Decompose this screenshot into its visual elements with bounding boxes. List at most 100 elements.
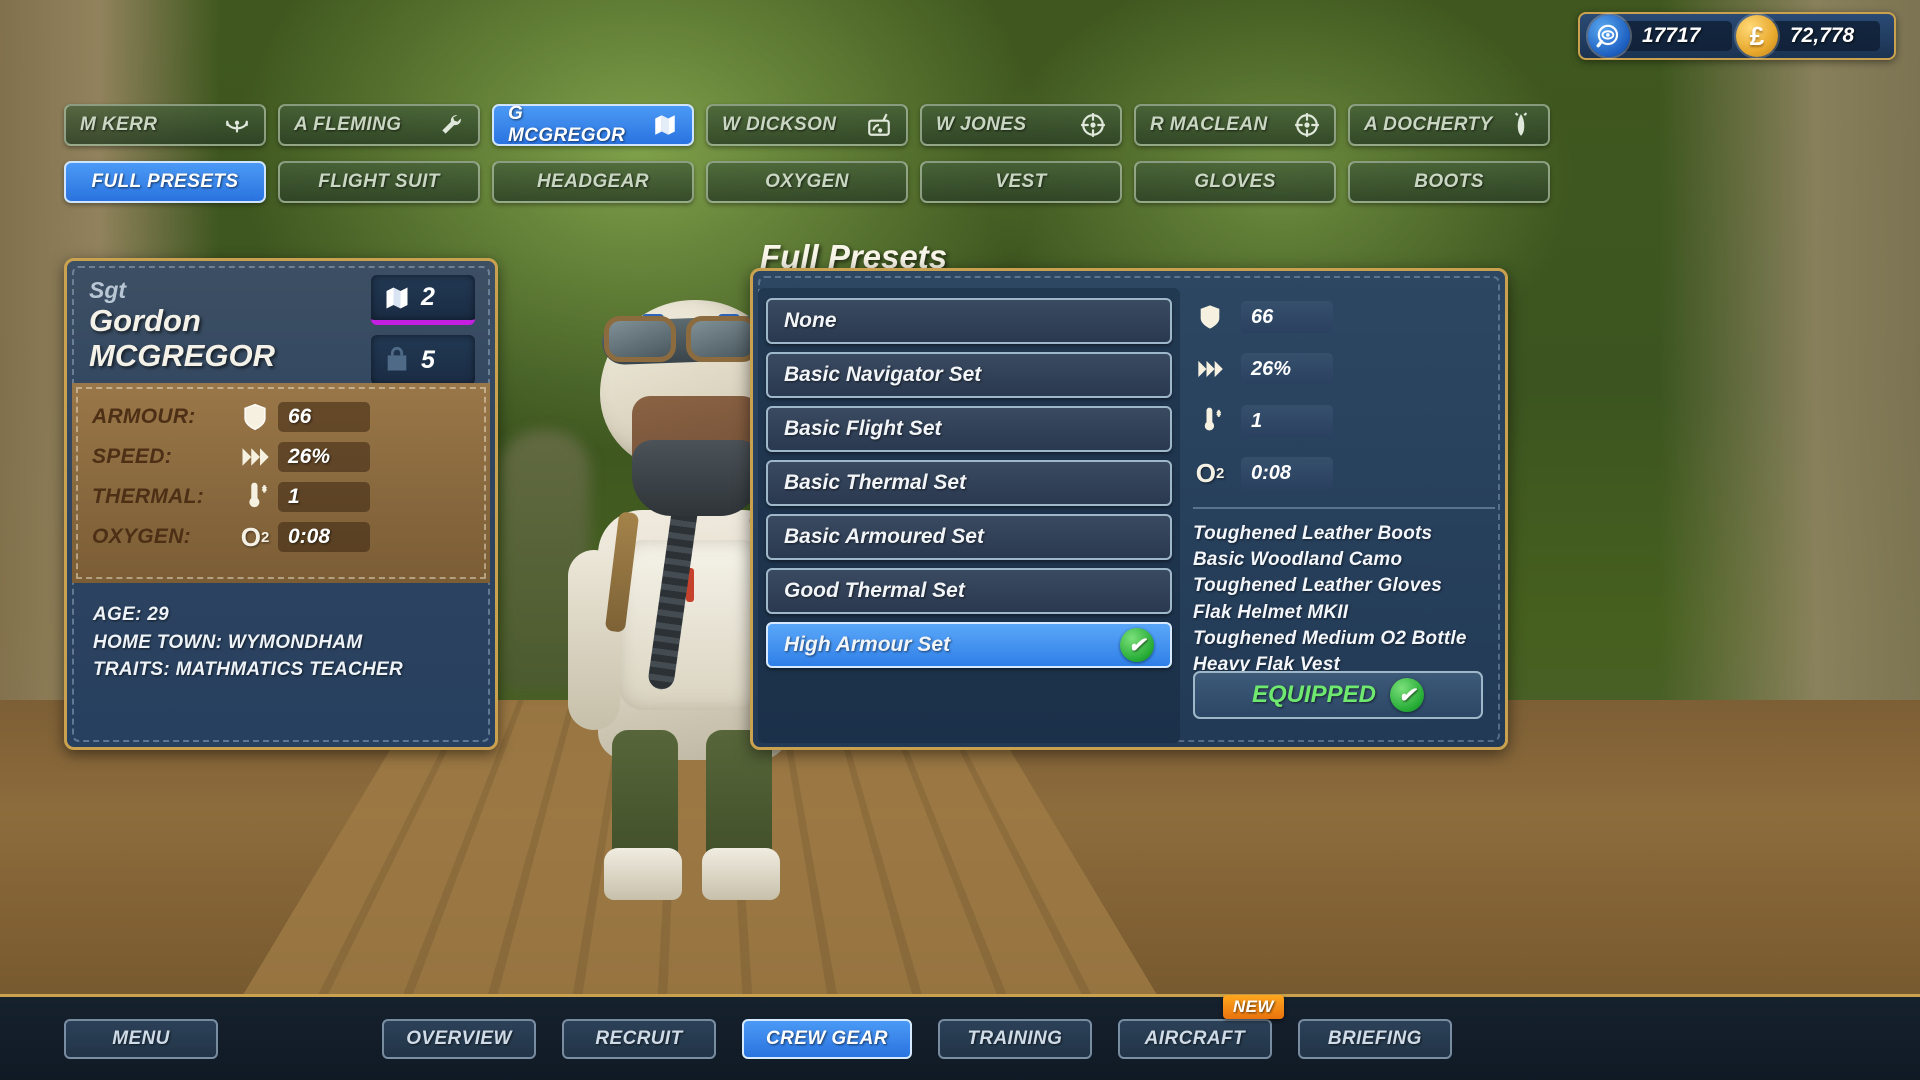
preset-label: Good Thermal Set [784,579,965,602]
nav-button-crew-gear[interactable]: CREW GEAR [742,1018,912,1059]
crew-rank: Sgt [89,277,127,303]
nav-button-aircraft[interactable]: AIRCRAFT NEW [1117,994,1284,1059]
shield-icon [1193,303,1227,331]
hangar-wall-right [1660,0,1920,800]
crew-first-name: Gordon [89,303,201,338]
character-goggle-right [686,316,758,362]
preset-item-basic-flight-set[interactable]: Basic Flight Set [766,406,1172,452]
character-boot-right [702,848,780,900]
crosshair-icon [1080,112,1106,138]
category-tab-headgear[interactable]: HEADGEAR [492,161,694,203]
preset-detail-column: 66 26% 1 O2 0:08 Toughened Leather Boots… [1193,291,1499,678]
preset-list[interactable]: None Basic Navigator Set Basic Flight Se… [758,288,1180,743]
chevrons-icon [232,442,278,472]
nav-button-briefing[interactable]: BRIEFING [1297,1018,1452,1059]
preset-label: None [784,309,837,332]
crew-tab-label: W JONES [936,114,1027,135]
category-tab-vest[interactable]: VEST [920,161,1122,203]
map-icon [386,287,408,308]
check-icon: ✔ [1390,678,1425,712]
preset-item-basic-navigator-set[interactable]: Basic Navigator Set [766,352,1172,398]
crew-tab-label: A FLEMING [294,114,402,135]
category-tab-oxygen[interactable]: OXYGEN [706,161,908,203]
crew-tab-r-maclean[interactable]: R MACLEAN [1134,104,1336,146]
category-tab-boots[interactable]: BOOTS [1348,161,1550,203]
crew-stats-block: ARMOUR: 66 SPEED: 26% THERMAL: 1 OXYGEN:… [72,383,490,583]
stat-value: 0:08 [278,522,370,552]
stat-label: ARMOUR: [92,405,196,428]
stat-label: SPEED: [92,445,172,468]
nav-label: MENU [112,1027,170,1049]
bio-traits: TRAITS: MATHMATICS TEACHER [93,659,404,681]
map-icon [652,112,678,138]
crew-info-panel: Sgt Gordon MCGREGOR 2 5 ARMOUR: 66 SPEED… [64,258,498,750]
preset-item-basic-armoured-set[interactable]: Basic Armoured Set [766,514,1172,560]
category-tab-full-presets[interactable]: FULL PRESETS [64,161,266,203]
bio-age: AGE: 29 [93,604,170,625]
equipment-item: Basic Woodland Camo [1193,549,1403,571]
crew-last-name: MCGREGOR [89,337,275,373]
crew-tab-w-jones[interactable]: W JONES [920,104,1122,146]
nav-label: AIRCRAFT [1144,1027,1245,1049]
detail-stat-value: 1 [1241,405,1333,437]
character-vest [618,540,768,710]
preset-item-high-armour-set[interactable]: High Armour Set ✔ [766,622,1172,668]
nav-button-training[interactable]: TRAINING [937,1018,1092,1059]
category-tab-gloves[interactable]: GLOVES [1134,161,1336,203]
nav-button-overview[interactable]: OVERVIEW [382,1018,536,1059]
crew-tab-g-mcgregor[interactable]: G MCGREGOR [492,103,694,146]
thermometer-icon [1193,407,1227,435]
detail-divider [1193,507,1495,509]
crew-tab-label: W DICKSON [722,114,837,135]
character-goggle-left [604,316,676,362]
radio-icon [866,112,892,138]
crew-tab-m-kerr[interactable]: M KERR [64,104,266,146]
chevrons-icon [1193,355,1227,383]
crosshair-icon [1294,112,1320,138]
preset-item-basic-thermal-set[interactable]: Basic Thermal Set [766,460,1172,506]
category-tab-label: FLIGHT SUIT [318,171,440,192]
crew-badge-column: 2 5 [371,275,475,385]
stat-value: 1 [278,482,370,512]
stat-label: THERMAL: [92,485,205,508]
crew-tab-w-dickson[interactable]: W DICKSON [706,104,908,146]
nav-button-recruit[interactable]: RECRUIT [562,1018,716,1059]
crew-tab-label: R MACLEAN [1150,114,1268,135]
role-level-value: 2 [421,283,435,311]
detail-stat-value: 26% [1241,353,1333,385]
detail-stat-armour: 66 [1193,291,1499,343]
preset-label: High Armour Set [784,633,951,656]
detail-stat-value: 66 [1241,301,1333,333]
research-points-group: 17717 [1588,15,1732,57]
character-boot-left [604,848,682,900]
category-tab-label: HEADGEAR [537,171,649,192]
new-badge: NEW [1222,994,1284,1019]
research-eye-icon [1588,15,1630,57]
wrench-icon [438,112,464,138]
crew-tab-row: M KERR A FLEMING G MCGREGOR W DICKSON W … [64,103,1550,146]
crew-tab-a-docherty[interactable]: A DOCHERTY [1348,104,1550,146]
presets-panel: None Basic Navigator Set Basic Flight Se… [750,268,1508,750]
category-tab-flight-suit[interactable]: FLIGHT SUIT [278,161,480,203]
crew-tab-label: G MCGREGOR [508,103,626,146]
category-tab-label: BOOTS [1414,171,1484,192]
preset-item-none[interactable]: None [766,298,1172,344]
nav-label: RECRUIT [595,1027,683,1049]
shield-icon [232,402,278,432]
detail-stat-speed: 26% [1193,343,1499,395]
equipped-button[interactable]: EQUIPPED ✔ [1193,671,1483,719]
preset-label: Basic Armoured Set [784,525,984,548]
bio-home-town: HOME TOWN: WYMONDHAM [93,631,363,653]
category-tab-row: FULL PRESETS FLIGHT SUIT HEADGEAR OXYGEN… [64,161,1550,203]
o2-icon: O2 [1195,457,1225,488]
check-icon: ✔ [1120,628,1154,662]
bag-icon [387,347,407,371]
nav-button-menu[interactable]: MENU [64,1018,218,1059]
detail-stat-value: 0:08 [1241,457,1333,489]
yoke-icon [224,112,250,138]
crew-tab-a-fleming[interactable]: A FLEMING [278,104,480,146]
o2-icon: O2 [240,521,270,552]
pound-coin-icon: £ [1736,15,1778,57]
preset-item-good-thermal-set[interactable]: Good Thermal Set [766,568,1172,614]
category-tab-label: OXYGEN [765,171,849,192]
